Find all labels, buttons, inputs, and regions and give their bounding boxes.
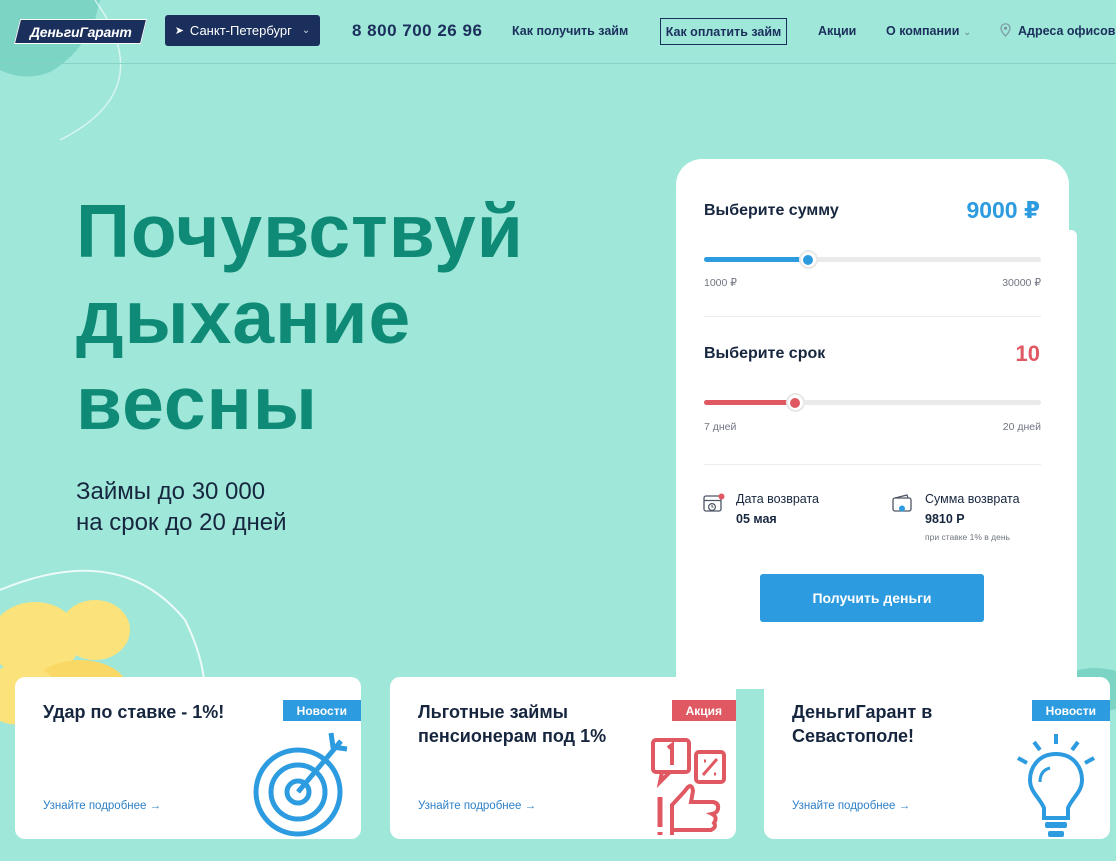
amount-slider[interactable] <box>704 250 1041 269</box>
news-badge: Новости <box>1031 700 1110 721</box>
promo-title-line: пенсионерам под 1% <box>418 726 607 746</box>
term-label: Выберите срок <box>704 345 826 362</box>
learn-more-link[interactable]: Узнайте подробнее → <box>418 800 536 812</box>
term-range: 7 дней 20 дней <box>704 421 1041 433</box>
lightbulb-icon <box>1017 734 1095 837</box>
calendar-clock-icon <box>703 493 725 512</box>
term-slider-handle[interactable] <box>785 393 805 412</box>
nav-how-to-pay-label: Как оплатить займ <box>665 24 782 39</box>
nav-about-label: О компании <box>886 24 960 38</box>
phone-number[interactable]: 8 800 700 26 96 <box>352 21 482 41</box>
target-icon <box>253 732 348 837</box>
nav-how-to-get[interactable]: Как получить займ <box>512 24 628 38</box>
promo-title-line: Удар по ставке - 1%! <box>43 702 225 722</box>
amount-label: Выберите сумму <box>704 201 839 219</box>
wallet-icon <box>892 494 912 512</box>
promo-badge: Акция <box>671 700 736 721</box>
term-max: 20 дней <box>1002 421 1041 433</box>
learn-more-link[interactable]: Узнайте подробнее → <box>43 800 161 812</box>
promo-title-line: ДеньгиГарант в <box>792 702 933 722</box>
nav-offices[interactable]: Адреса офисов <box>1018 24 1115 38</box>
return-sum-value: 9810 Р <box>925 512 965 526</box>
amount-slider-handle[interactable] <box>798 250 818 269</box>
promo-card[interactable]: Удар по ставке - 1%! Новости Узнайте под… <box>15 677 361 839</box>
promo-title-line: Льготные займы <box>418 702 569 722</box>
amount-slider-fill <box>704 257 808 262</box>
return-date-value: 05 мая <box>736 512 777 526</box>
hero-subtitle-line: Займы до 30 000 <box>76 478 266 505</box>
chevron-down-icon: ⌄ <box>301 25 311 36</box>
term-slider-fill <box>704 400 795 405</box>
loan-calculator: Выберите сумму 9000 ₽ 1000 ₽ 30000 ₽ Выб… <box>676 159 1069 689</box>
amount-min: 1000 ₽ <box>704 277 737 289</box>
brand-logo[interactable]: ДеньгиГарант <box>13 19 148 44</box>
term-slider[interactable] <box>704 393 1041 412</box>
term-value: 10 <box>1015 341 1040 366</box>
return-date: Дата возврата 05 мая <box>702 492 819 526</box>
hero-subtitle-line: на срок до 20 дней <box>76 509 287 536</box>
return-sum: Сумма возврата 9810 Р при ставке 1% в де… <box>891 492 1020 542</box>
hero-title-line: Почувствуй <box>76 189 524 273</box>
return-sum-label: Сумма возврата <box>925 492 1020 506</box>
nav-about[interactable]: О компании ⌄ <box>886 24 971 38</box>
get-money-button[interactable]: Получить деньги <box>760 574 984 622</box>
amount-range: 1000 ₽ 30000 ₽ <box>704 277 1041 289</box>
hero-title-line: весны <box>76 361 318 445</box>
hero-title-line: дыхание <box>76 275 412 359</box>
amount-value: 9000 ₽ <box>966 197 1040 223</box>
thumbs-up-percent-icon <box>651 738 726 835</box>
promo-title: ДеньгиГарант в Севастополе! <box>792 700 932 748</box>
hero-subtitle: Займы до 30 000 на срок до 20 дней <box>76 476 287 538</box>
learn-more-link[interactable]: Узнайте подробнее → <box>792 800 910 812</box>
promo-title: Удар по ставке - 1%! <box>43 700 224 724</box>
promo-card[interactable]: ДеньгиГарант в Севастополе! Новости Узна… <box>764 677 1110 839</box>
logo-text: ДеньгиГарант <box>29 23 132 40</box>
divider <box>704 316 1041 317</box>
site-header: ДеньгиГарант ➤ Санкт-Петербург ⌄ 8 800 7… <box>0 0 1116 64</box>
amount-header: Выберите сумму 9000 ₽ <box>704 197 1040 224</box>
nav-promos[interactable]: Акции <box>818 24 856 38</box>
promo-title: Льготные займы пенсионерам под 1% <box>418 700 606 748</box>
news-badge: Новости <box>282 700 361 721</box>
location-pin-icon <box>1000 23 1011 37</box>
term-header: Выберите срок 10 <box>704 341 1040 367</box>
hero-title: Почувствуй дыхание весны <box>76 188 636 446</box>
city-selector[interactable]: ➤ Санкт-Петербург ⌄ <box>165 15 320 46</box>
navigation-arrow-icon: ➤ <box>174 25 184 37</box>
promo-card[interactable]: Льготные займы пенсионерам под 1% Акция … <box>390 677 736 839</box>
return-date-label: Дата возврата <box>736 492 820 506</box>
city-name: Санкт-Петербург <box>189 23 292 38</box>
promo-title-line: Севастополе! <box>792 726 915 746</box>
divider <box>704 464 1041 465</box>
rate-note: при ставке 1% в день <box>925 532 1010 542</box>
nav-how-to-pay[interactable]: Как оплатить займ <box>660 18 787 45</box>
amount-max: 30000 ₽ <box>1002 277 1041 289</box>
chevron-down-icon: ⌄ <box>963 27 971 37</box>
term-min: 7 дней <box>704 421 737 433</box>
